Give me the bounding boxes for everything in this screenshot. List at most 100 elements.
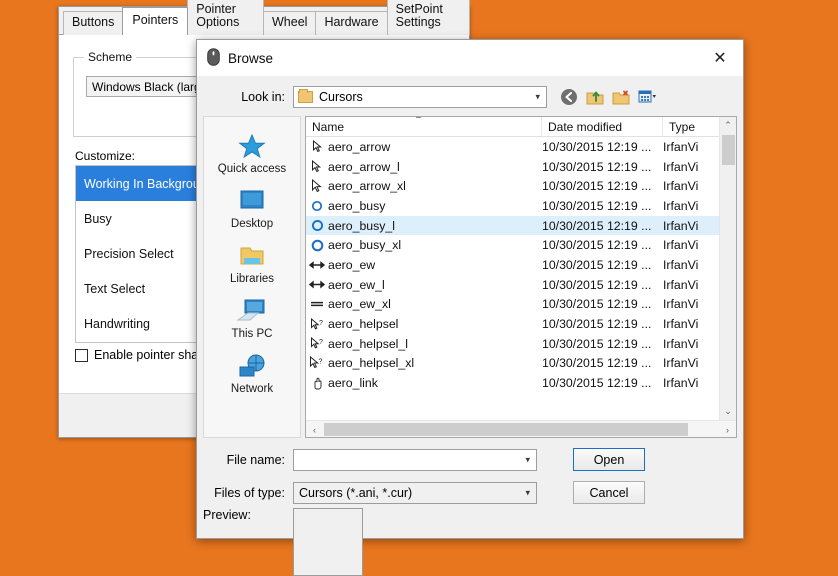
browse-main-area: Quick access Desktop Libraries This PC N… <box>197 116 743 438</box>
file-name: aero_helpsel_xl <box>328 356 415 371</box>
tab-pointer-options[interactable]: Pointer Options <box>187 0 264 35</box>
file-name: aero_helpsel_l <box>328 336 408 351</box>
file-list[interactable]: ▲ Name Date modified Type aero_arrow 10/… <box>305 116 737 438</box>
file-list-rows: aero_arrow 10/30/2015 12:19 ... IrfanVi … <box>306 137 736 420</box>
file-name: aero_ew <box>328 257 376 272</box>
file-name: aero_arrow_l <box>328 159 400 174</box>
cancel-button[interactable]: Cancel <box>573 481 645 504</box>
preview-section: Preview: <box>197 508 363 576</box>
table-row[interactable]: aero_arrow_l 10/30/2015 12:19 ... IrfanV… <box>306 157 736 177</box>
table-row[interactable]: aero_busy 10/30/2015 12:19 ... IrfanVi <box>306 196 736 216</box>
table-row[interactable]: aero_ew_l 10/30/2015 12:19 ... IrfanVi <box>306 275 736 295</box>
table-row[interactable]: ? aero_helpsel_l 10/30/2015 12:19 ... Ir… <box>306 334 736 354</box>
horizontal-scrollbar-thumb[interactable] <box>324 423 688 436</box>
vertical-scrollbar-thumb[interactable] <box>722 135 735 165</box>
table-row[interactable]: aero_busy_l 10/30/2015 12:19 ... IrfanVi <box>306 215 736 236</box>
file-type: IrfanVi <box>663 218 699 233</box>
table-row[interactable]: aero_busy_xl 10/30/2015 12:19 ... IrfanV… <box>306 235 736 255</box>
table-row[interactable]: ? aero_helpsel_xl 10/30/2015 12:19 ... I… <box>306 354 736 374</box>
column-header-date-modified[interactable]: Date modified <box>542 117 663 136</box>
tab-wheel[interactable]: Wheel <box>263 11 317 35</box>
list-item-label: Busy <box>84 211 112 226</box>
tab-setpoint-settings[interactable]: SetPoint Settings <box>386 0 470 35</box>
cursor-help-select-icon: ? <box>306 337 328 350</box>
browse-dialog: Browse ✕ Look in: Cursors ▾ Quick access… <box>196 39 744 576</box>
cursor-resize-ew-icon <box>306 261 328 269</box>
cursor-busy-icon <box>306 219 328 232</box>
table-row[interactable]: aero_arrow 10/30/2015 12:19 ... IrfanVi <box>306 137 736 157</box>
column-header-type[interactable]: Type <box>663 117 727 136</box>
scroll-up-icon[interactable]: ⌃ <box>720 117 736 134</box>
tab-label: Pointer Options <box>196 1 240 30</box>
scroll-left-icon[interactable]: ‹ <box>306 421 323 437</box>
cursor-link-hand-icon <box>306 377 328 390</box>
file-name-input[interactable]: ▾ <box>293 448 537 471</box>
back-icon[interactable] <box>559 87 579 107</box>
list-item-label: Text Select <box>84 281 146 296</box>
horizontal-scrollbar[interactable]: ‹ › <box>306 420 736 437</box>
enable-pointer-shadow-checkbox[interactable] <box>75 348 88 362</box>
file-name: aero_busy <box>328 198 386 213</box>
look-in-dropdown[interactable]: Cursors ▾ <box>293 86 547 108</box>
place-quick-access[interactable]: Quick access <box>204 131 300 175</box>
scroll-down-icon[interactable]: ⌄ <box>720 403 736 420</box>
tab-hardware[interactable]: Hardware <box>315 11 388 35</box>
place-label: Network <box>230 383 274 395</box>
file-date: 10/30/2015 12:19 ... <box>542 317 652 332</box>
open-button[interactable]: Open <box>573 448 645 471</box>
scroll-right-icon[interactable]: › <box>719 421 736 437</box>
tab-pointers[interactable]: Pointers <box>122 7 189 35</box>
vertical-scrollbar[interactable]: ⌃ ⌄ <box>719 117 736 420</box>
file-date: 10/30/2015 12:19 ... <box>542 159 652 174</box>
list-item-label: Handwriting <box>84 316 151 331</box>
place-label: This PC <box>231 328 273 340</box>
file-name-row: File name: ▾ Open <box>197 446 743 473</box>
file-date: 10/30/2015 12:19 ... <box>542 356 652 371</box>
table-row[interactable]: ? aero_helpsel 10/30/2015 12:19 ... Irfa… <box>306 314 736 334</box>
tab-buttons[interactable]: Buttons <box>63 11 124 35</box>
cursor-help-select-icon: ? <box>306 317 328 331</box>
places-sidebar: Quick access Desktop Libraries This PC N… <box>203 116 301 438</box>
table-row[interactable]: aero_link 10/30/2015 12:19 ... IrfanVi <box>306 373 736 393</box>
browse-toolbar <box>559 87 657 107</box>
tab-label: SetPoint Settings <box>395 1 443 30</box>
table-row[interactable]: aero_arrow_xl 10/30/2015 12:19 ... Irfan… <box>306 176 736 196</box>
up-folder-icon[interactable] <box>585 87 605 107</box>
star-icon <box>234 131 270 161</box>
place-desktop[interactable]: Desktop <box>204 186 300 230</box>
monitor-icon <box>234 186 270 216</box>
place-network[interactable]: Network <box>204 351 300 395</box>
table-row[interactable]: aero_ew_xl 10/30/2015 12:19 ... IrfanVi <box>306 295 736 315</box>
cursor-arrow-icon <box>306 140 328 153</box>
file-type: IrfanVi <box>663 317 699 332</box>
sort-ascending-icon: ▲ <box>414 117 423 120</box>
column-label: Date modified <box>548 119 623 134</box>
files-of-type-dropdown[interactable]: Cursors (*.ani, *.cur) ▾ <box>293 481 537 504</box>
file-type: IrfanVi <box>663 297 699 312</box>
file-date: 10/30/2015 12:19 ... <box>542 376 652 391</box>
svg-text:?: ? <box>319 339 323 346</box>
cursor-arrow-icon <box>306 160 328 173</box>
file-date: 10/30/2015 12:19 ... <box>542 336 652 351</box>
place-libraries[interactable]: Libraries <box>204 241 300 285</box>
tab-strip: Buttons Pointers Pointer Options Wheel H… <box>59 0 470 35</box>
views-icon[interactable] <box>637 87 657 107</box>
tab-label: Wheel <box>272 15 308 30</box>
file-name: aero_ew_l <box>328 277 385 292</box>
chevron-down-icon[interactable]: ▾ <box>525 487 530 498</box>
place-this-pc[interactable]: This PC <box>204 296 300 340</box>
files-of-type-value: Cursors (*.ani, *.cur) <box>299 485 413 500</box>
file-list-header: ▲ Name Date modified Type <box>306 117 736 137</box>
file-date: 10/30/2015 12:19 ... <box>542 218 652 233</box>
file-name: aero_arrow_xl <box>328 179 406 194</box>
look-in-row: Look in: Cursors ▾ <box>197 82 743 112</box>
close-icon[interactable]: ✕ <box>697 40 743 76</box>
table-row[interactable]: aero_ew 10/30/2015 12:19 ... IrfanVi <box>306 255 736 275</box>
preview-label: Preview: <box>203 508 251 522</box>
network-icon <box>234 351 270 381</box>
new-folder-icon[interactable] <box>611 87 631 107</box>
chevron-down-icon: ▾ <box>535 91 540 102</box>
column-header-name[interactable]: ▲ Name <box>306 117 542 136</box>
file-type: IrfanVi <box>663 356 699 371</box>
chevron-down-icon[interactable]: ▾ <box>525 454 530 465</box>
